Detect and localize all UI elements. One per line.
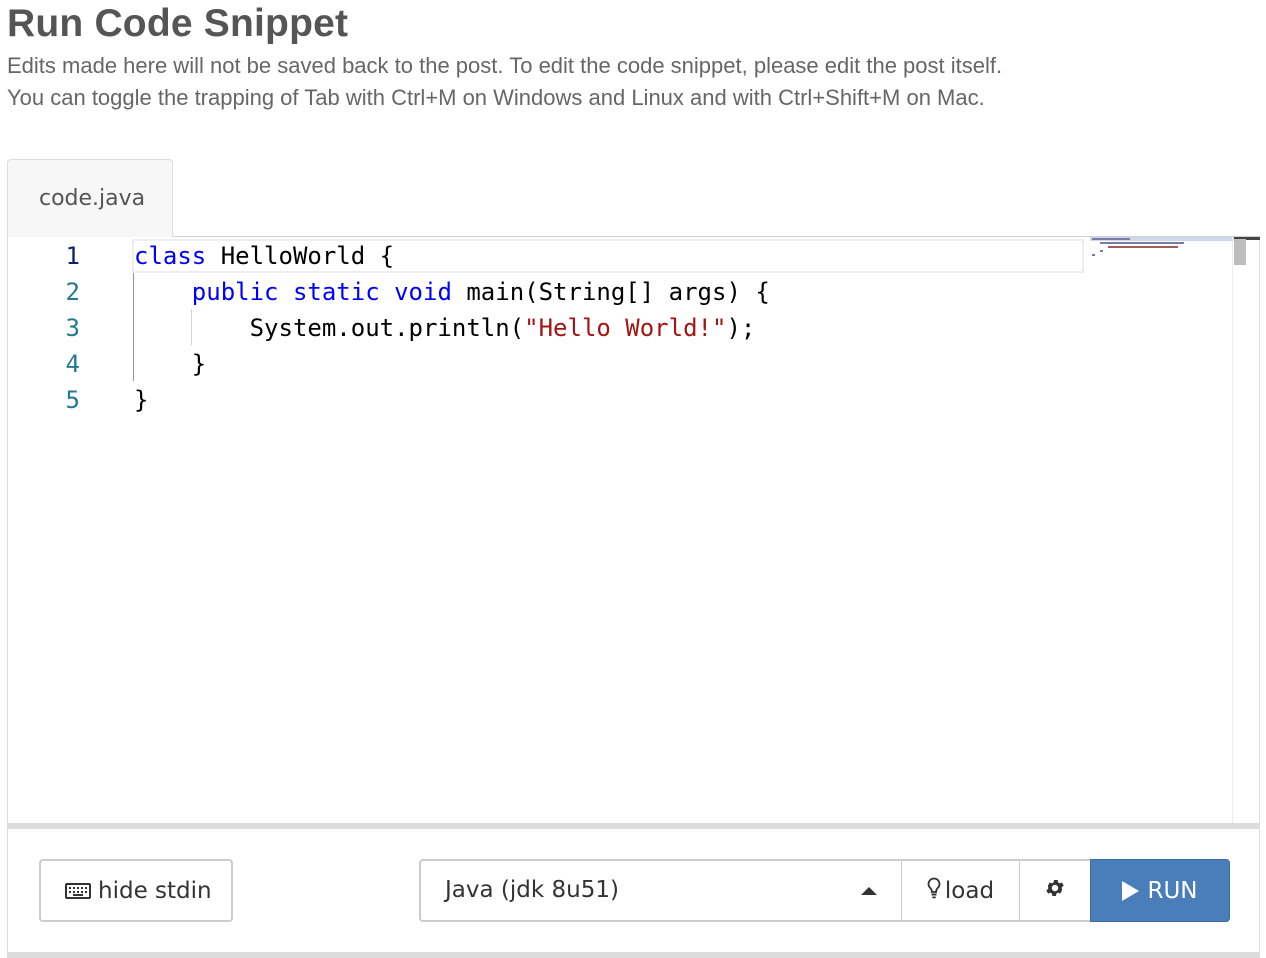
language-select-value: Java (jdk 8u51) [445, 877, 619, 903]
code-line[interactable]: class HelloWorld { [134, 238, 394, 274]
gear-icon [1044, 877, 1066, 904]
code-line[interactable]: } [134, 382, 148, 418]
tab-label: code.java [39, 186, 146, 211]
play-icon [1122, 880, 1140, 901]
line-number: 1 [65, 242, 80, 270]
scrollbar-thumb[interactable] [1234, 239, 1246, 265]
code-line[interactable]: public static void main(String[] args) { [134, 274, 770, 310]
minimap[interactable] [1090, 237, 1240, 267]
keyboard-icon [65, 882, 91, 899]
code-line[interactable]: System.out.println("Hello World!"); [134, 310, 756, 346]
bottom-border [7, 952, 1260, 958]
page-title: Run Code Snippet [7, 2, 349, 45]
tab-code-java[interactable]: code.java [7, 159, 173, 237]
hide-stdin-button[interactable]: hide stdin [39, 859, 233, 922]
line-number: 2 [65, 278, 80, 306]
line-number-gutter: 1 2 3 4 5 [8, 237, 118, 823]
vertical-scrollbar[interactable] [1232, 237, 1260, 823]
lightbulb-icon [927, 877, 941, 904]
line-number: 5 [65, 386, 80, 414]
description-line-1: Edits made here will not be saved back t… [7, 53, 1003, 78]
language-select[interactable]: Java (jdk 8u51) [421, 861, 902, 920]
caret-up-icon [861, 887, 877, 895]
code-line[interactable]: } [134, 346, 206, 382]
hide-stdin-label: hide stdin [98, 877, 212, 904]
line-number: 3 [65, 314, 80, 342]
run-button[interactable]: RUN [1090, 859, 1230, 922]
code-editor[interactable]: 1 2 3 4 5 class HelloWorld { public stat… [7, 236, 1260, 824]
settings-button[interactable] [1020, 861, 1090, 920]
run-label: RUN [1147, 877, 1198, 904]
line-number: 4 [65, 350, 80, 378]
description: Edits made here will not be saved back t… [7, 50, 1002, 114]
load-label: load [944, 877, 995, 904]
description-line-2: You can toggle the trapping of Tab with … [7, 85, 985, 110]
load-button[interactable]: load [902, 861, 1020, 920]
